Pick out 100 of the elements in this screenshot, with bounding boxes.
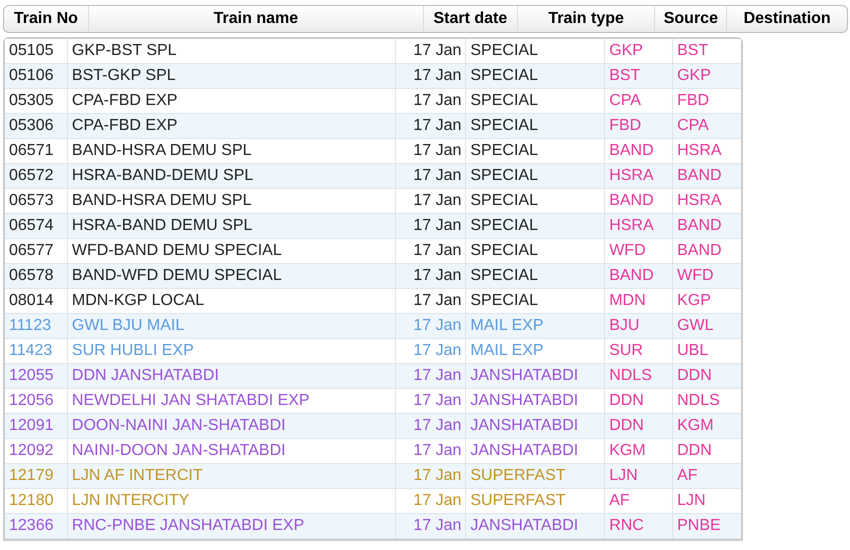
- table-cell-text: 06573: [9, 191, 54, 211]
- table-cell-text: WFD: [609, 241, 646, 261]
- table-cell-text: NDLS: [677, 391, 720, 411]
- table-cell-text: BAND: [677, 241, 722, 261]
- table-row[interactable]: 06578 BAND-WFD DEMU SPECIAL 17 Jan SPECIAL BAND WFD: [5, 264, 741, 289]
- table-cell-text: SPECIAL: [470, 41, 538, 61]
- table-cell-text: 05305: [9, 91, 54, 111]
- table-cell-text: JANSHATABDI: [470, 516, 578, 536]
- table-cell-text: 06572: [9, 166, 54, 186]
- table-row[interactable]: 12179 LJN AF INTERCIT 17 Jan SUPERFAST LJN AF: [5, 464, 741, 489]
- table-cell-text: GKP: [609, 41, 643, 61]
- table-cell-text: DDN: [677, 366, 712, 386]
- table-cell-text: FBD: [677, 91, 710, 111]
- table-cell-text: 17 Jan: [413, 341, 462, 361]
- table-cell-text: SPECIAL: [470, 241, 538, 261]
- column-header[interactable]: Start date: [424, 6, 518, 32]
- table-cell-text: LJN: [609, 466, 638, 486]
- table-row[interactable]: 06571 BAND-HSRA DEMU SPL 17 Jan SPECIAL BAND HSRA: [5, 139, 741, 164]
- table-cell-text: CPA: [609, 91, 641, 111]
- column-header[interactable]: Train type: [518, 6, 656, 32]
- table-cell-text: 11123: [9, 316, 52, 336]
- table-row[interactable]: 11123 GWL BJU MAIL 17 Jan MAIL EXP BJU GWL: [5, 314, 741, 339]
- table-cell-text: MDN: [609, 291, 646, 311]
- table-row[interactable]: 12055 DDN JANSHATABDI 17 Jan JANSHATABDI NDLS DDN: [5, 364, 741, 389]
- table-cell-text: BAND: [677, 166, 722, 186]
- table-cell-text: UBL: [677, 341, 708, 361]
- table-cell-text: BAND: [609, 191, 654, 211]
- table-row[interactable]: 05305 CPA-FBD EXP 17 Jan SPECIAL CPA FBD: [5, 89, 741, 114]
- table-cell-text: 17 Jan: [413, 241, 462, 261]
- table-row[interactable]: 05106 BST-GKP SPL 17 Jan SPECIAL BST GKP: [5, 64, 741, 89]
- table-cell-text: 12091: [9, 416, 54, 436]
- table-cell-text: 17 Jan: [413, 366, 462, 386]
- table-cell-text: 17 Jan: [413, 166, 462, 186]
- table-row[interactable]: 06573 BAND-HSRA DEMU SPL 17 Jan SPECIAL BAND HSRA: [5, 189, 741, 214]
- table-cell-text: LJN AF INTERCIT: [72, 466, 203, 486]
- table-cell-text: 06578: [9, 266, 54, 286]
- table-cell-text: MAIL EXP: [470, 341, 544, 361]
- table-cell-text: SPECIAL: [470, 66, 538, 86]
- table-cell-text: NDLS: [609, 366, 652, 386]
- table-cell-text: RNC: [609, 516, 644, 536]
- table-cell-text: JANSHATABDI: [470, 441, 578, 461]
- table-row[interactable]: 12091 DOON-NAINI JAN-SHATABDI 17 Jan JANSHATABDI DDN KGM: [5, 414, 741, 439]
- table-cell-text: 05105: [9, 41, 54, 61]
- table-row[interactable]: 12056 NEWDELHI JAN SHATABDI EXP 17 Jan JANSHATABDI DDN NDLS: [5, 389, 741, 414]
- table-cell-text: 17 Jan: [413, 216, 462, 236]
- table-cell-text: 05106: [9, 66, 54, 86]
- table-row[interactable]: 11423 SUR HUBLI EXP 17 Jan MAIL EXP SUR UBL: [5, 339, 741, 364]
- table-cell-text: 17 Jan: [413, 66, 462, 86]
- table-cell-text: BAND: [609, 266, 654, 286]
- table-cell-text: SUPERFAST: [470, 466, 566, 486]
- table-row[interactable]: 06574 HSRA-BAND DEMU SPL 17 Jan SPECIAL HSRA BAND: [5, 214, 741, 239]
- table-cell-text: 12056: [9, 391, 54, 411]
- table-cell-text: DOON-NAINI JAN-SHATABDI: [72, 416, 286, 436]
- table-cell-text: 17 Jan: [413, 441, 462, 461]
- table-cell-text: JANSHATABDI: [470, 366, 578, 386]
- table-cell-text: AF: [677, 466, 698, 486]
- table-cell-text: 17 Jan: [413, 466, 462, 486]
- column-header[interactable]: Source: [655, 6, 728, 32]
- table-row[interactable]: 12366 RNC-PNBE JANSHATABDI EXP 17 Jan JANSHATABDI RNC PNBE: [5, 514, 741, 539]
- column-header[interactable]: Destination: [727, 6, 847, 32]
- table-cell-text: 06571: [9, 141, 54, 161]
- table-cell-text: JANSHATABDI: [470, 391, 578, 411]
- table-cell-text: CPA-FBD EXP: [72, 116, 178, 136]
- table-cell-text: SPECIAL: [470, 91, 538, 111]
- table-row[interactable]: 05105 GKP-BST SPL 17 Jan SPECIAL GKP BST: [5, 39, 741, 64]
- table-row[interactable]: 06572 HSRA-BAND-DEMU SPL 17 Jan SPECIAL HSRA BAND: [5, 164, 741, 189]
- table-cell-text: DDN: [609, 416, 644, 436]
- table-cell-text: NAINI-DOON JAN-SHATABDI: [72, 441, 286, 461]
- table-cell-text: LJN: [677, 491, 706, 511]
- table-cell-text: 17 Jan: [413, 191, 462, 211]
- table-cell-text: SPECIAL: [470, 141, 538, 161]
- table-cell-text: SPECIAL: [470, 216, 538, 236]
- table-row[interactable]: 12092 NAINI-DOON JAN-SHATABDI 17 Jan JANSHATABDI KGM DDN: [5, 439, 741, 464]
- column-header[interactable]: Train name: [88, 6, 424, 32]
- table-cell-text: BAND-HSRA DEMU SPL: [72, 191, 252, 211]
- table-row[interactable]: 08014 MDN-KGP LOCAL 17 Jan SPECIAL MDN KGP: [5, 289, 741, 314]
- table-cell-text: HSRA: [677, 141, 722, 161]
- table-cell-text: SUR: [609, 341, 643, 361]
- table-cell-text: WFD: [677, 266, 714, 286]
- table-cell-text: KGM: [677, 416, 714, 436]
- table-cell-text: CPA: [677, 116, 709, 136]
- table-cell-text: 05306: [9, 116, 54, 136]
- table-cell-text: GKP-BST SPL: [72, 41, 177, 61]
- table-cell-text: HSRA: [609, 216, 654, 236]
- table-cell-text: 17 Jan: [413, 91, 462, 111]
- table-row[interactable]: 06577 WFD-BAND DEMU SPECIAL 17 Jan SPECIAL WFD BAND: [5, 239, 741, 264]
- table-cell-text: 17 Jan: [413, 266, 462, 286]
- table-cell-text: SPECIAL: [470, 166, 538, 186]
- table-cell-text: DDN: [677, 441, 712, 461]
- table-cell-text: 06577: [9, 241, 54, 261]
- column-header[interactable]: Train No: [4, 6, 89, 32]
- table-cell-text: BST: [609, 66, 640, 86]
- table-cell-text: GWL BJU MAIL: [72, 316, 184, 336]
- table-cell-text: 17 Jan: [413, 491, 462, 511]
- table-row[interactable]: 05306 CPA-FBD EXP 17 Jan SPECIAL FBD CPA: [5, 114, 741, 139]
- table-cell-text: 12179: [9, 466, 54, 486]
- table-cell-text: SPECIAL: [470, 116, 538, 136]
- table-cell-text: 17 Jan: [413, 391, 462, 411]
- table-row[interactable]: 12180 LJN INTERCITY 17 Jan SUPERFAST AF LJN: [5, 489, 741, 514]
- table-cell-text: 12055: [9, 366, 54, 386]
